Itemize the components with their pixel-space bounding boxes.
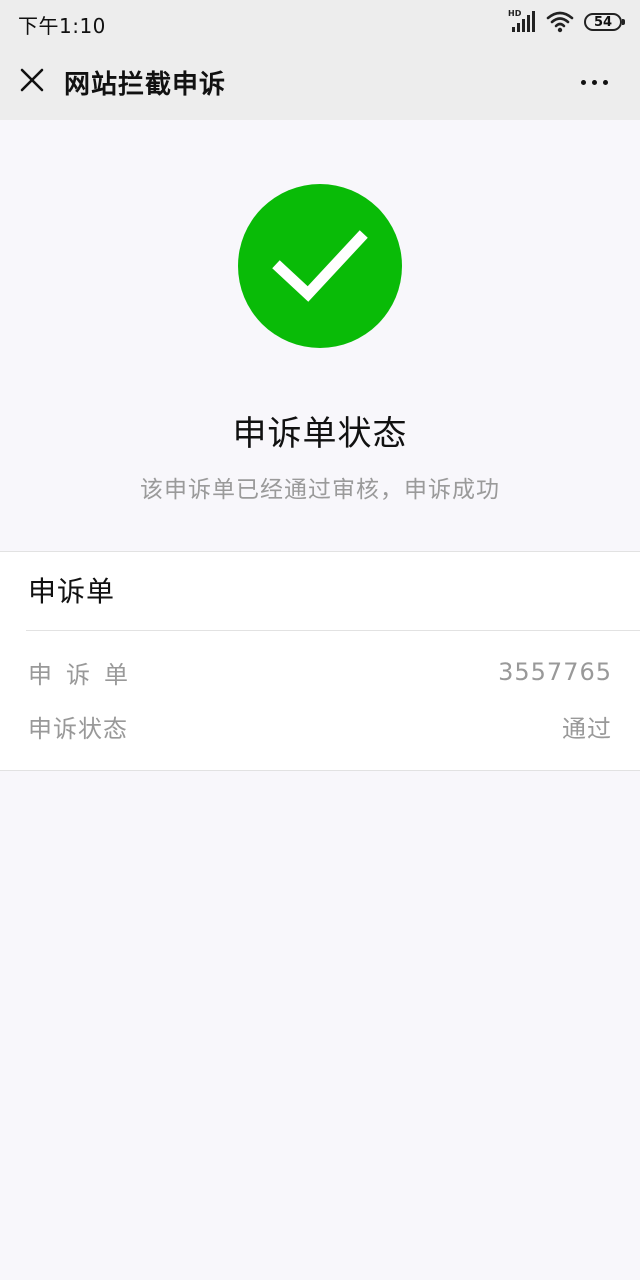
appeal-status-label: 申诉状态 (28, 714, 128, 743)
result-section: 申诉单状态 该申诉单已经通过审核，申诉成功 (0, 120, 640, 551)
battery-level: 54 (593, 14, 613, 30)
appeal-id-row: 申诉单 3557765 (28, 652, 612, 692)
card-divider (26, 630, 640, 631)
more-icon (580, 79, 586, 85)
result-description: 该申诉单已经通过审核，申诉成功 (140, 477, 500, 503)
success-check-icon (238, 184, 402, 348)
result-title: 申诉单状态 (232, 414, 408, 454)
status-icons: HD 54 (508, 8, 625, 36)
card-header: 申诉单 (28, 575, 116, 608)
close-button[interactable] (14, 62, 50, 98)
page-title: 网站拦截申诉 (64, 70, 227, 100)
hd-label: HD (508, 9, 522, 18)
battery-icon: 54 (584, 13, 625, 31)
appeal-card: 申诉单 申诉单 3557765 申诉状态 通过 (0, 551, 640, 771)
signal-icon: HD (508, 9, 536, 33)
status-bar: 下午1:10 HD 54 (0, 0, 640, 44)
appeal-status-value: 通过 (562, 714, 612, 743)
wifi-icon (546, 11, 574, 33)
appeal-status-row: 申诉状态 通过 (28, 706, 612, 746)
nav-bar: 网站拦截申诉 (0, 44, 640, 120)
appeal-id-value: 3557765 (498, 658, 612, 686)
appeal-id-label: 申诉单 (28, 660, 142, 689)
status-time: 下午1:10 (18, 14, 106, 38)
more-button[interactable] (574, 66, 614, 98)
close-icon (20, 68, 44, 92)
